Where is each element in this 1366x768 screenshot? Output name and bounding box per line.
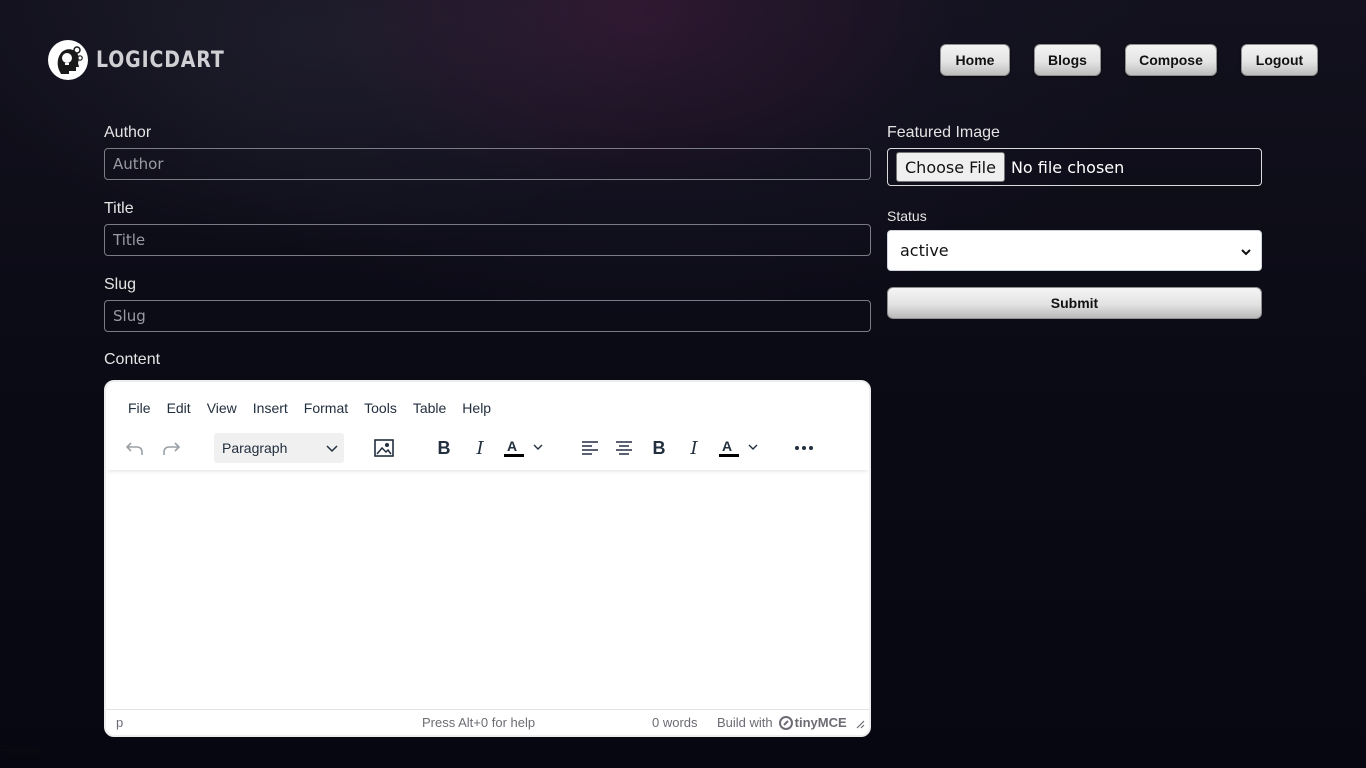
file-status-text: No file chosen xyxy=(1010,157,1125,177)
menu-tools[interactable]: Tools xyxy=(356,400,405,416)
editor-statusbar: p Press Alt+0 for help 0 words Build wit… xyxy=(106,709,869,735)
status-selected-value: active xyxy=(900,241,949,260)
brain-gear-icon xyxy=(48,40,88,80)
status-select[interactable]: active xyxy=(887,230,1262,271)
branding-text: Build with xyxy=(717,715,773,730)
menu-file[interactable]: File xyxy=(120,400,159,416)
chevron-down-icon xyxy=(1241,241,1251,260)
svg-text:A: A xyxy=(722,438,732,454)
slug-label: Slug xyxy=(104,276,137,293)
logo[interactable]: LOGICDART xyxy=(48,40,246,80)
align-left-icon[interactable] xyxy=(578,434,602,462)
image-icon[interactable] xyxy=(371,434,397,462)
editor-content-area[interactable] xyxy=(106,472,869,712)
redo-icon[interactable] xyxy=(158,434,184,462)
featured-image-file-input[interactable]: Choose File No file chosen xyxy=(887,148,1262,186)
content-editor: File Edit View Insert Format Tools Table… xyxy=(104,380,871,737)
footer: Footer xyxy=(0,742,41,758)
nav-blogs-button[interactable]: Blogs xyxy=(1034,44,1101,76)
author-input[interactable] xyxy=(104,148,871,180)
bold-icon[interactable]: B xyxy=(432,434,456,462)
title-input[interactable] xyxy=(104,224,871,256)
bold-icon[interactable]: B xyxy=(647,434,671,462)
slug-input[interactable] xyxy=(104,300,871,332)
word-count[interactable]: 0 words xyxy=(652,715,698,730)
menu-help[interactable]: Help xyxy=(454,400,499,416)
element-path[interactable]: p xyxy=(116,715,123,730)
more-icon[interactable] xyxy=(790,434,818,462)
chevron-down-icon xyxy=(326,440,338,456)
italic-icon[interactable]: I xyxy=(468,434,492,462)
tinymce-logo-icon xyxy=(778,715,793,730)
status-label: Status xyxy=(887,208,927,224)
menu-edit[interactable]: Edit xyxy=(159,400,199,416)
logo-text: LOGICDART xyxy=(96,47,225,73)
undo-icon[interactable] xyxy=(122,434,148,462)
editor-menubar: File Edit View Insert Format Tools Table… xyxy=(120,400,499,416)
nav-logout-button[interactable]: Logout xyxy=(1241,44,1318,76)
branding[interactable]: Build with tinyMCE xyxy=(717,715,847,730)
featured-image-label: Featured Image xyxy=(887,124,1000,141)
text-color-icon[interactable]: A xyxy=(717,434,763,462)
block-format-select[interactable]: Paragraph xyxy=(214,433,344,463)
nav-home-button[interactable]: Home xyxy=(940,44,1010,76)
editor-toolbar: Paragraph B I A B I A xyxy=(106,428,869,470)
menu-view[interactable]: View xyxy=(199,400,245,416)
menu-insert[interactable]: Insert xyxy=(245,400,296,416)
svg-text:A: A xyxy=(507,438,517,454)
author-label: Author xyxy=(104,124,152,141)
brand-name: tinyMCE xyxy=(794,715,847,730)
choose-file-button[interactable]: Choose File xyxy=(896,152,1005,182)
submit-button[interactable]: Submit xyxy=(887,287,1262,319)
menu-format[interactable]: Format xyxy=(296,400,356,416)
italic-icon[interactable]: I xyxy=(682,434,706,462)
resize-handle-icon[interactable] xyxy=(856,717,865,732)
nav-compose-button[interactable]: Compose xyxy=(1125,44,1217,76)
content-label: Content xyxy=(104,351,161,368)
title-label: Title xyxy=(104,200,134,217)
help-hint: Press Alt+0 for help xyxy=(422,715,536,730)
align-center-icon[interactable] xyxy=(612,434,636,462)
text-color-icon[interactable]: A xyxy=(502,434,548,462)
block-format-value: Paragraph xyxy=(222,440,288,456)
menu-table[interactable]: Table xyxy=(405,400,454,416)
